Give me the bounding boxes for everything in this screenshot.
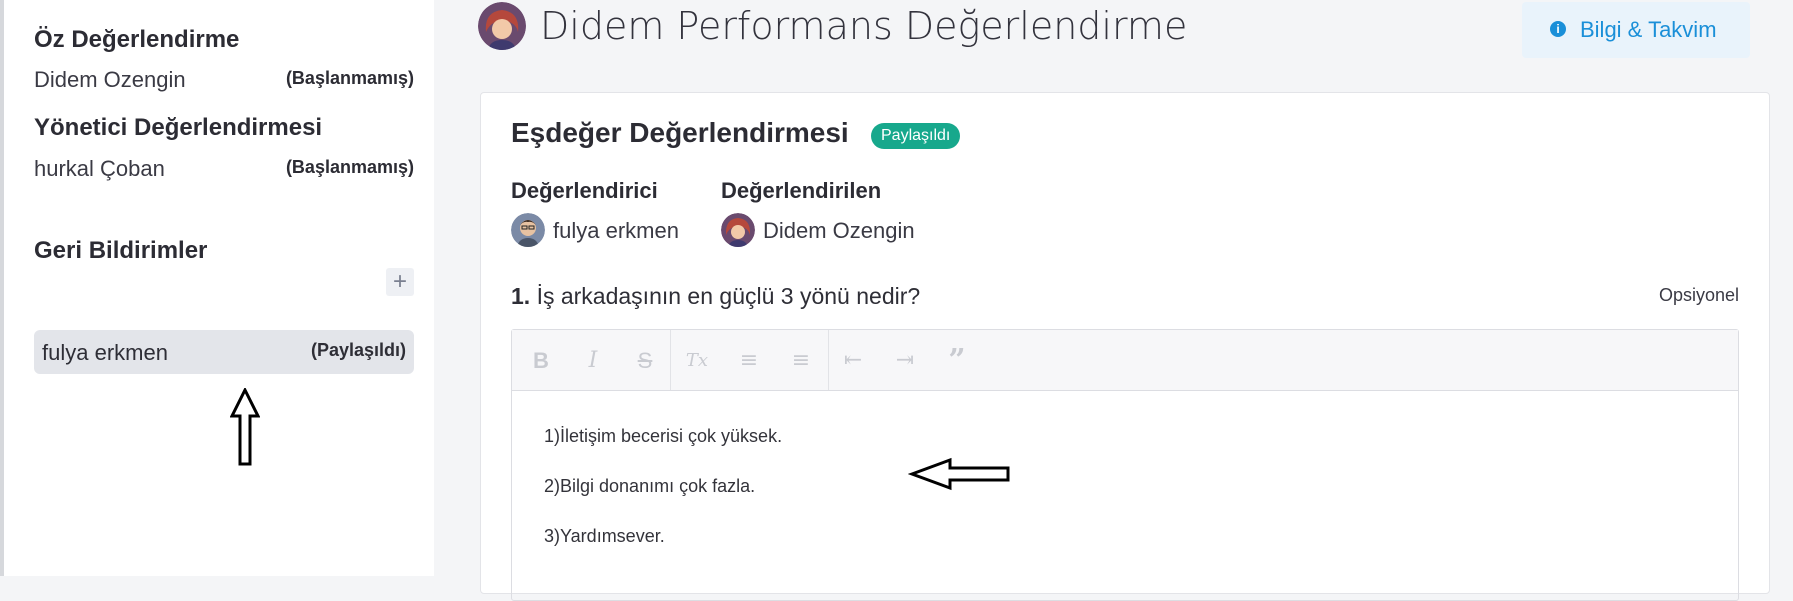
reviewee-avatar [721,213,755,247]
self-review-heading: Öz Değerlendirme [34,26,240,53]
editor-toolbar: B I S Tx ≡ ≡ ⇤ ⇥ ” [512,330,1738,391]
self-review-status: (Başlanmamış) [285,68,414,88]
strikethrough-icon[interactable]: S [630,346,660,376]
self-review-name[interactable]: Didem Ozengin [34,67,186,93]
answer-line: 3)Yardımsever. [544,526,665,546]
reviewer-avatar [511,213,545,247]
toolbar-divider [670,330,671,390]
feedback-list-item[interactable]: fulya erkmen (Paylaşıldı) [34,330,414,374]
avatar [478,2,526,50]
review-card: Eşdeğer Değerlendirmesi Paylaşıldı Değer… [480,92,1770,601]
reviewee-label: Değerlendirilen [721,178,882,203]
question-text: İş arkadaşının en güçlü 3 yönü nedir? [536,283,921,309]
question-number: 1. [511,283,531,309]
info-calendar-label: Bilgi & Takvim [1580,17,1717,42]
manager-review-name[interactable]: hurkal Çoban [34,156,165,182]
ordered-list-icon[interactable]: ≡ [734,346,764,376]
answer-line: 1)İletişim becerisi çok yüksek. [544,426,783,446]
reviewer-name: fulya erkmen [553,218,679,243]
manager-review-status: (Başlanmamış) [285,157,414,177]
clear-format-icon[interactable]: Tx [682,346,712,376]
card-title: Eşdeğer Değerlendirmesi [511,117,849,148]
bold-icon[interactable]: B [526,346,556,376]
optional-label: Opsiyonel [1658,285,1739,305]
indent-icon[interactable]: ⇥ [890,346,920,376]
sidebar: Öz Değerlendirme Didem Ozengin (Başlanma… [4,0,434,576]
answer-editor[interactable]: B I S Tx ≡ ≡ ⇤ ⇥ ” 1)İletişim becerisi ç… [511,329,1739,601]
italic-icon[interactable]: I [578,346,608,376]
info-calendar-button[interactable]: i Bilgi & Takvim [1522,2,1750,58]
feedback-heading: Geri Bildirimler [34,237,208,264]
feedback-item-name: fulya erkmen [42,340,168,365]
left-arrow-annotation [908,457,1010,491]
quote-icon[interactable]: ” [942,346,972,376]
add-feedback-button[interactable]: + [386,268,414,296]
manager-review-heading: Yönetici Değerlendirmesi [34,114,323,141]
reviewee-name: Didem Ozengin [763,218,915,243]
up-arrow-annotation [230,388,260,466]
feedback-item-status: (Paylaşıldı) [310,340,406,360]
outdent-icon[interactable]: ⇤ [838,346,868,376]
toolbar-divider [828,330,829,390]
bullet-list-icon[interactable]: ≡ [786,346,816,376]
page-title: Didem Performans Değerlendirme [540,4,1188,48]
answer-line: 2)Bilgi donanımı çok fazla. [544,476,756,496]
reviewer-label: Değerlendirici [511,178,658,203]
question: 1. İş arkadaşının en güçlü 3 yönü nedir? [511,283,920,310]
status-badge: Paylaşıldı [871,123,961,149]
info-icon: i [1550,21,1566,37]
